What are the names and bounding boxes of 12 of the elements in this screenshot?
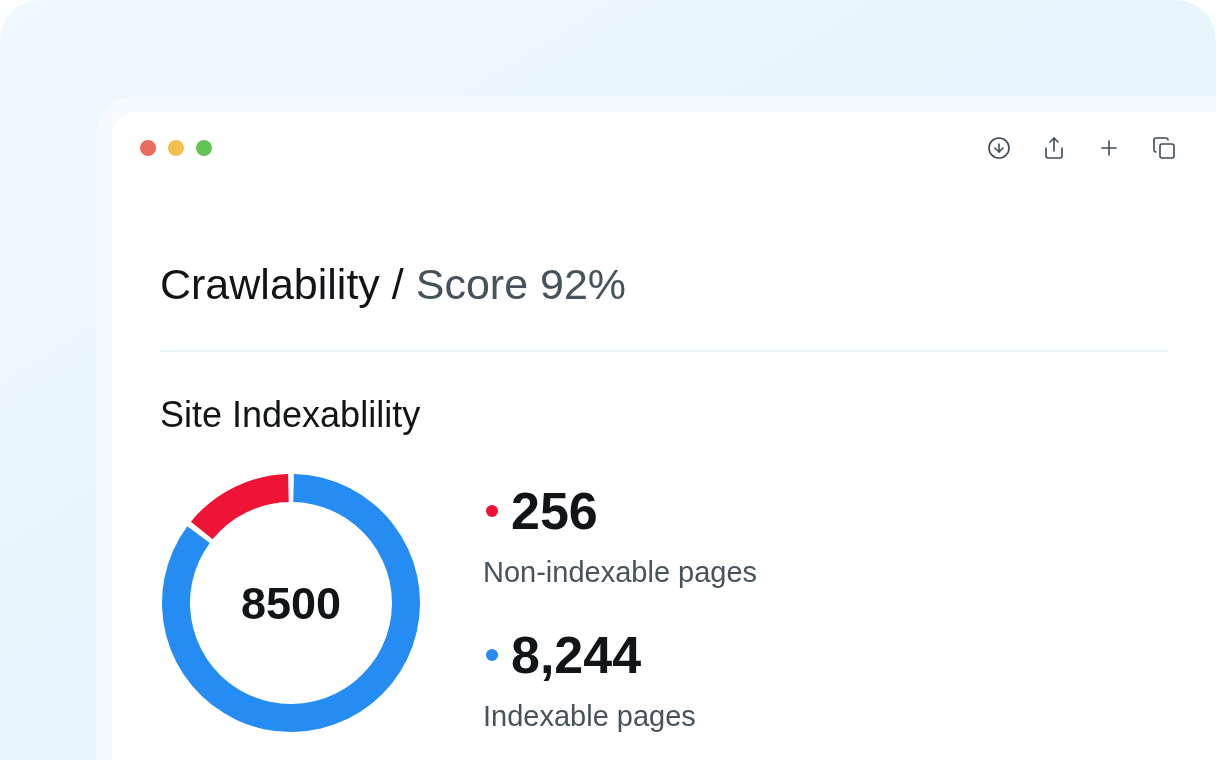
stat-label: Non-indexable pages (483, 556, 758, 588)
stat-label: Indexable pages (483, 700, 697, 732)
stat-value: 256 (511, 485, 598, 537)
donut-center-value: 8500 (240, 580, 342, 626)
copy-icon[interactable] (1152, 136, 1176, 160)
download-icon[interactable] (987, 136, 1011, 160)
stat-value: 8,244 (511, 629, 642, 681)
section-title: Site Indexablility (160, 395, 421, 435)
window-close-icon[interactable] (140, 140, 156, 156)
score-text: Score 92% (415, 260, 627, 308)
page-title: Crawlability / (160, 260, 404, 308)
share-icon[interactable] (1042, 136, 1066, 160)
